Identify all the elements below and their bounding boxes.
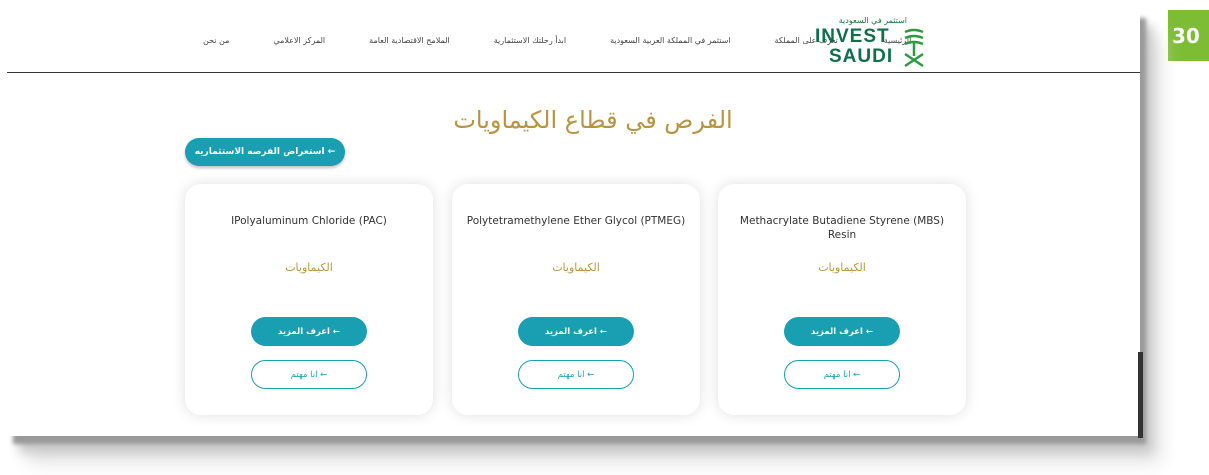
interested-button[interactable]: انا مهتم ← [518, 360, 634, 389]
slide-frame: الرئيسية تعرّف على المملكة استثمر في الم… [7, 10, 1140, 436]
nav-item-invest[interactable]: استثمر في المملكة العربية السعودية [610, 36, 730, 45]
card-category: الكيماويات [285, 261, 333, 274]
card-category: الكيماويات [818, 261, 866, 274]
nav-item-start-journey[interactable]: ابدأ رحلتك الاستثمارية [494, 36, 566, 45]
interested-button[interactable]: انا مهتم ← [784, 360, 900, 389]
nav-item-economy[interactable]: الملامح الاقتصادية العامة [369, 36, 450, 45]
card-title: IPolyaluminum Chloride (PAC) [231, 215, 387, 227]
nav-item-media-center[interactable]: المركز الاعلامي [273, 36, 325, 45]
learn-more-button[interactable]: اعرف المزيد ← [251, 317, 367, 346]
nav-item-about-us[interactable]: من نحن [203, 36, 229, 45]
palm-swords-icon [904, 28, 924, 68]
card-category: الكيماويات [552, 261, 600, 274]
invest-saudi-logo[interactable]: استثمر في السعودية INVEST SAUDI [815, 16, 925, 68]
opportunity-card-ptmeg: Polytetramethylene Ether Glycol (PTMEG) … [452, 184, 700, 415]
learn-more-button[interactable]: اعرف المزيد ← [784, 317, 900, 346]
page-number-badge: 30 [1168, 10, 1209, 61]
site-header: الرئيسية تعرّف على المملكة استثمر في الم… [7, 10, 1140, 73]
logo-arabic-text: استثمر في السعودية [838, 16, 907, 25]
page-title: الفرص في قطاع الكيماويات [453, 106, 733, 134]
interested-button[interactable]: انا مهتم ← [251, 360, 367, 389]
logo-line2: SAUDI [829, 46, 894, 67]
browse-opportunities-button[interactable]: استعراض الفرصه الاستثماريه ← [185, 138, 345, 166]
frame-edge-divider [1138, 352, 1143, 438]
card-title: Polytetramethylene Ether Glycol (PTMEG) [466, 215, 686, 227]
opportunity-card-mbs: Methacrylate Butadiene Styrene (MBS) Res… [718, 184, 966, 415]
main-nav: الرئيسية تعرّف على المملكة استثمر في الم… [203, 36, 911, 45]
logo-line1: INVEST [815, 26, 890, 47]
learn-more-button[interactable]: اعرف المزيد ← [518, 317, 634, 346]
card-title: Methacrylate Butadiene Styrene (MBS) Res… [739, 215, 945, 241]
opportunity-card-pac: IPolyaluminum Chloride (PAC) الكيماويات … [185, 184, 433, 415]
